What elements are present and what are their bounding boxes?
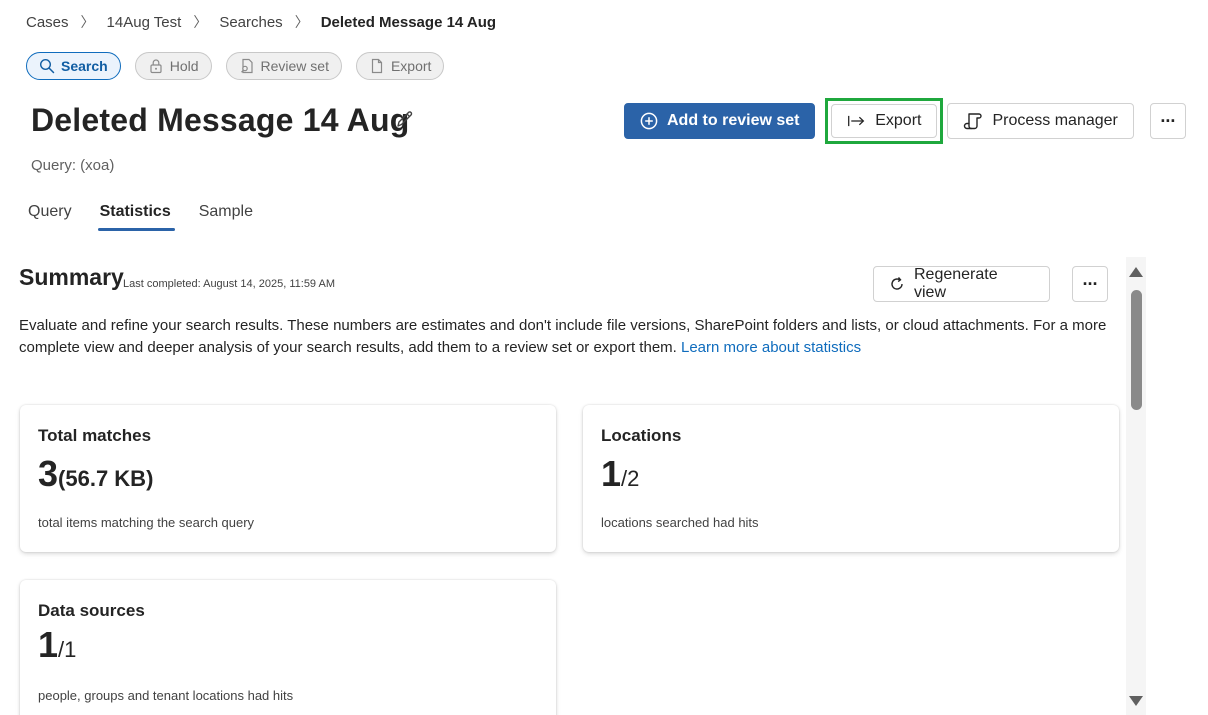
total-matches-title: Total matches — [38, 426, 152, 445]
total-matches-value-group: 3(56.7 KB) — [38, 453, 153, 495]
process-manager-label: Process manager — [992, 112, 1118, 129]
regenerate-view-label: Regenerate view — [913, 266, 998, 301]
breadcrumb-case[interactable]: 14Aug Test — [107, 14, 182, 31]
query-text: Query: (xoa) — [31, 157, 115, 174]
locations-title: Locations — [601, 426, 682, 445]
more-actions-button[interactable]: ··· — [1149, 103, 1186, 139]
document-search-icon — [240, 58, 253, 74]
export-highlight: Export — [825, 98, 944, 144]
breadcrumb: Cases 〉 14Aug Test 〉 Searches 〉 Deleted … — [26, 12, 496, 32]
step-hold-label: Hold — [169, 58, 199, 74]
summary-more-button[interactable]: ··· — [1072, 266, 1108, 302]
add-to-review-set-label: Add to review set — [667, 112, 800, 129]
breadcrumb-cases[interactable]: Cases — [26, 14, 69, 31]
step-search-label: Search — [61, 58, 108, 74]
total-matches-caption: total items matching the search query — [38, 515, 255, 530]
chevron-right-icon: 〉 — [294, 14, 309, 30]
search-icon — [39, 58, 55, 74]
step-review-set[interactable]: Review set — [225, 52, 342, 80]
process-manager-button[interactable]: Process manager — [947, 103, 1134, 139]
locations-value: 1 — [601, 453, 622, 494]
chevron-right-icon: 〉 — [80, 14, 95, 30]
total-matches-size: (56.7 KB) — [58, 466, 154, 491]
last-completed-text: Last completed: August 14, 2025, 11:59 A… — [123, 278, 335, 290]
step-hold[interactable]: Hold — [134, 52, 212, 80]
locations-total: /2 — [621, 466, 640, 491]
locations-value-group: 1/2 — [601, 453, 639, 495]
document-icon — [371, 58, 383, 74]
data-sources-card: Data sources 1/1 people, groups and tena… — [20, 580, 556, 715]
data-sources-caption: people, groups and tenant locations had … — [38, 688, 294, 703]
export-label: Export — [875, 112, 922, 129]
total-matches-card: Total matches 3(56.7 KB) total items mat… — [20, 405, 556, 552]
export-button[interactable]: Export — [831, 104, 938, 138]
scroll-up-arrow-icon[interactable] — [1129, 267, 1143, 277]
pencil-icon[interactable] — [395, 109, 415, 129]
page-title: Deleted Message 14 Aug — [31, 102, 410, 138]
add-to-review-set-button[interactable]: Add to review set — [624, 103, 816, 139]
data-sources-value: 1 — [38, 624, 59, 665]
action-bar: Add to review set Export Process manager… — [624, 98, 1186, 144]
learn-more-link[interactable]: Learn more about statistics — [681, 339, 861, 356]
scroll-icon — [964, 113, 983, 130]
arrow-export-icon — [848, 115, 865, 127]
tab-statistics[interactable]: Statistics — [97, 203, 175, 231]
summary-title: Summary — [19, 264, 124, 290]
tab-query[interactable]: Query — [28, 203, 72, 231]
chevron-right-icon: 〉 — [193, 14, 208, 30]
data-sources-value-group: 1/1 — [38, 624, 76, 666]
data-sources-title: Data sources — [38, 601, 145, 620]
lock-icon — [150, 59, 162, 74]
breadcrumb-searches[interactable]: Searches — [219, 14, 282, 31]
locations-card: Locations 1/2 locations searched had hit… — [583, 405, 1119, 552]
process-steps: Search Hold Review set Export — [26, 52, 445, 80]
scrollbar-thumb[interactable] — [1131, 290, 1142, 410]
locations-caption: locations searched had hits — [601, 515, 759, 530]
step-export-label: Export — [390, 58, 432, 74]
data-sources-total: /1 — [58, 637, 77, 662]
summary-description-text: Evaluate and refine your search results.… — [19, 317, 1107, 356]
step-export[interactable]: Export — [355, 52, 445, 80]
more-icon: ··· — [1082, 273, 1099, 294]
add-circle-icon — [640, 112, 658, 130]
refresh-icon — [891, 277, 903, 290]
step-search[interactable]: Search — [26, 52, 121, 80]
step-review-set-label: Review set — [260, 58, 329, 74]
tab-list: Query Statistics Sample — [28, 203, 281, 231]
summary-description: Evaluate and refine your search results.… — [19, 315, 1114, 359]
more-icon: ··· — [1160, 110, 1176, 131]
breadcrumb-current: Deleted Message 14 Aug — [320, 13, 497, 31]
total-matches-value: 3 — [38, 453, 59, 494]
regenerate-view-button[interactable]: Regenerate view — [873, 266, 1050, 302]
tab-sample[interactable]: Sample — [199, 203, 253, 231]
scroll-down-arrow-icon[interactable] — [1129, 696, 1143, 706]
vertical-scrollbar[interactable] — [1126, 257, 1146, 715]
